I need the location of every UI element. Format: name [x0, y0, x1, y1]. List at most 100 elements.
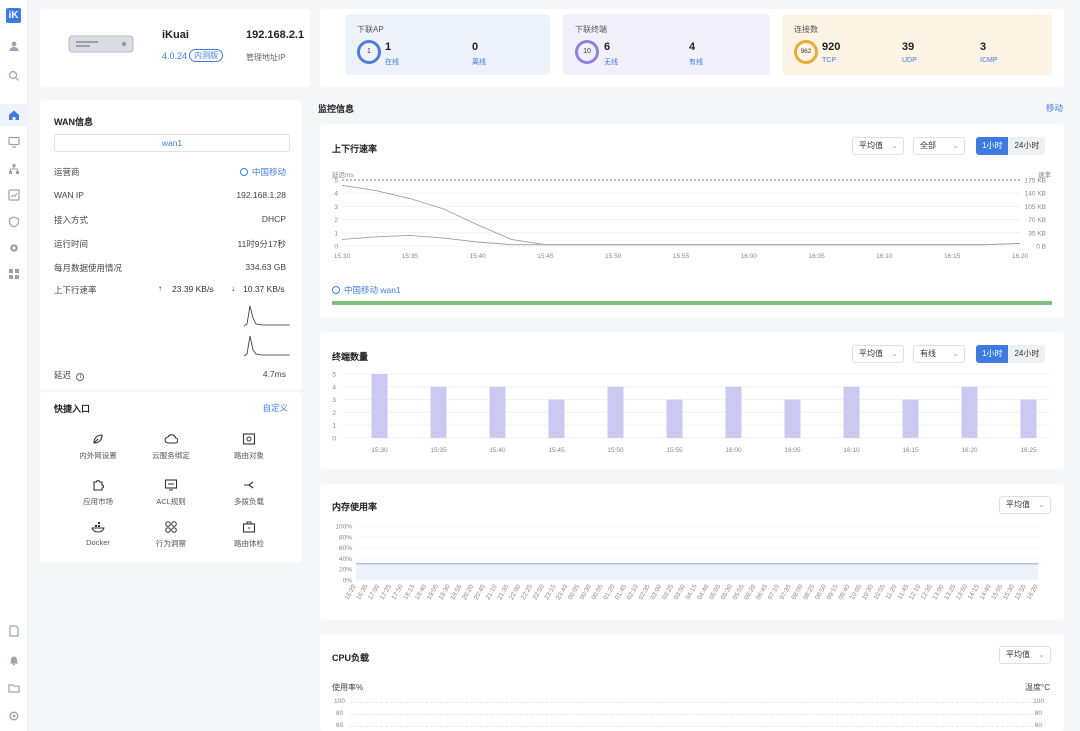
terminal-x-tick: 16:15 [902, 447, 919, 454]
range-1h-button[interactable]: 1小时 [976, 345, 1009, 363]
router-device-icon [68, 35, 134, 53]
terminal-chart-panel: 终端数量 平均值 ⌄ 有线 ⌄ 1小时 24小时 0 1 2 3 4 5 15:30 15:35 1… [320, 332, 1064, 469]
quick-lan-wan-settings[interactable]: 内外网设置 [63, 432, 133, 461]
speed-right-tick: 70 KB [1028, 217, 1046, 224]
select-value: 平均值 [1006, 500, 1030, 509]
memory-y-tick: 40% [339, 556, 352, 563]
quick-docker[interactable]: Docker [63, 520, 133, 547]
customize-link[interactable]: 自定义 [262, 402, 288, 414]
speed-x-tick: 16:15 [944, 253, 961, 260]
shield-icon[interactable] [8, 216, 20, 228]
terminal-bar [666, 399, 683, 438]
icmp-value: 3 [980, 41, 987, 53]
speed-x-tick: 15:50 [605, 253, 622, 260]
speed-scope-select[interactable]: 全部 ⌄ [913, 137, 965, 155]
cpu-chart-panel: CPU负载 平均值 ⌄ 使用率% 温度°C 100 80 60 100 80 60 [320, 634, 1064, 731]
uptime-label: 运行时间 [54, 239, 89, 249]
speed-range-toggle: 1小时 24小时 [976, 137, 1046, 155]
settings-icon[interactable] [8, 710, 20, 722]
branch-icon [244, 481, 254, 489]
range-1h-button[interactable]: 1小时 [976, 137, 1009, 155]
sidebar: iK [0, 0, 28, 731]
ap-stat[interactable]: 下联AP 1 1 在线 0 离线 [345, 14, 550, 75]
user-icon[interactable] [8, 40, 20, 52]
terminal-stat-select[interactable]: 平均值 ⌄ [852, 345, 904, 363]
info-icon[interactable]: i [76, 373, 85, 381]
device-card: iKuai 4.0.24 内测版 192.168.2.1 管理地址IP [40, 9, 310, 87]
terminal-y-tick: 3 [332, 397, 336, 404]
terminal-stat[interactable]: 下联终端 10 6 无线 4 有线 [563, 14, 770, 75]
speed-left-tick: 3 [334, 204, 338, 211]
monitor-title: 监控信息 [318, 104, 355, 114]
terminal-chart: 0 1 2 3 4 5 15:30 15:35 15:40 15:45 15:50 15:55 16:0… [332, 372, 1050, 454]
memory-y-tick: 60% [339, 545, 352, 552]
icmp-label: ICMP [980, 57, 998, 64]
wan-ip-value: 192.168.1.28 [236, 190, 286, 200]
quick-app-market[interactable]: 应用市场 [63, 478, 133, 507]
home-icon[interactable] [8, 109, 20, 121]
select-value: 平均值 [859, 141, 883, 150]
monitor-icon[interactable] [8, 136, 20, 148]
connection-stat[interactable]: 连接数 962 920 TCP 39 UDP 3 ICMP [782, 14, 1052, 75]
udp-label: UDP [902, 57, 917, 64]
cpu-gridline [350, 726, 1034, 727]
select-value: 平均值 [859, 349, 883, 358]
range-24h-button[interactable]: 24小时 [1008, 137, 1045, 155]
quick-item-label: 行为洞察 [156, 539, 186, 548]
speed-right-tick: 175 KB [1025, 178, 1046, 185]
globe-icon [239, 168, 248, 176]
chart-icon[interactable] [8, 189, 20, 201]
quick-access-title: 快捷入口 [54, 404, 91, 414]
quick-behavior-insight[interactable]: 行为洞察 [136, 520, 206, 549]
speed-chart-title: 上下行速率 [332, 144, 378, 154]
upload-arrow-icon: ↑ [158, 284, 162, 293]
wan-panel: WAN信息 wan1 运营商 中国移动 WAN IP 192.168.1.28 … [40, 100, 302, 390]
range-24h-button[interactable]: 24小时 [1008, 345, 1045, 363]
select-value: 全部 [920, 141, 936, 150]
speed-x-tick: 16:05 [808, 253, 825, 260]
chevron-down-icon: ⌄ [952, 349, 959, 358]
speed-legend-bar [332, 301, 1052, 305]
terminal-x-tick: 16:05 [784, 447, 801, 454]
cpu-right-tick: 100 [1033, 698, 1044, 705]
bell-icon[interactable] [8, 654, 20, 666]
upload-speed: 23.39 KB/s [172, 284, 214, 294]
speed-x-tick: 15:30 [334, 253, 351, 260]
folder-icon[interactable] [8, 682, 20, 694]
speed-series-line [341, 184, 1021, 246]
quick-route-object[interactable]: 路由对象 [214, 432, 284, 461]
download-speed: 10.37 KB/s [243, 284, 285, 294]
upload-sparkline [244, 305, 290, 327]
terminal-x-tick: 16:20 [961, 447, 978, 454]
wan-tab[interactable]: wan1 [54, 134, 290, 152]
quick-item-label: 内外网设置 [79, 451, 117, 460]
speed-stat-select[interactable]: 平均值 ⌄ [852, 137, 904, 155]
cpu-stat-select[interactable]: 平均值 ⌄ [999, 646, 1051, 664]
quick-route-checkup[interactable]: 路由体检 [214, 520, 284, 549]
terminal-range-toggle: 1小时 24小时 [976, 345, 1046, 363]
latency-label: 延迟 i [54, 369, 85, 381]
apps-icon[interactable] [8, 268, 20, 280]
uptime-value: 11时9分17秒 [237, 239, 286, 249]
quick-item-label: 路由体检 [234, 539, 264, 548]
quick-acl-rules[interactable]: ACL规则 [136, 478, 206, 507]
search-icon[interactable] [8, 70, 20, 82]
gear-icon[interactable] [8, 242, 20, 254]
quick-item-label: 路由对象 [234, 451, 264, 460]
app-logo[interactable]: iK [6, 8, 21, 23]
speed-legend[interactable]: 中国移动 wan1 [332, 284, 401, 296]
terminal-bar [843, 386, 860, 438]
terminal-bar [607, 386, 624, 438]
terminal-type-select[interactable]: 有线 ⌄ [913, 345, 965, 363]
doc-icon[interactable] [8, 625, 20, 637]
monitor-more-link[interactable]: 移动 [1046, 102, 1063, 114]
quick-cloud-binding[interactable]: 云服务绑定 [136, 432, 206, 461]
memory-chart-title: 内存使用率 [332, 502, 378, 512]
ap-online-label: 在线 [385, 59, 399, 66]
network-icon[interactable] [8, 163, 20, 175]
speed-left-tick: 0 [334, 244, 338, 251]
speed-x-tick: 15:55 [673, 253, 690, 260]
quick-multi-dial[interactable]: 多拨负载 [214, 478, 284, 507]
grid-circles-icon [165, 521, 177, 533]
memory-stat-select[interactable]: 平均值 ⌄ [999, 496, 1051, 514]
